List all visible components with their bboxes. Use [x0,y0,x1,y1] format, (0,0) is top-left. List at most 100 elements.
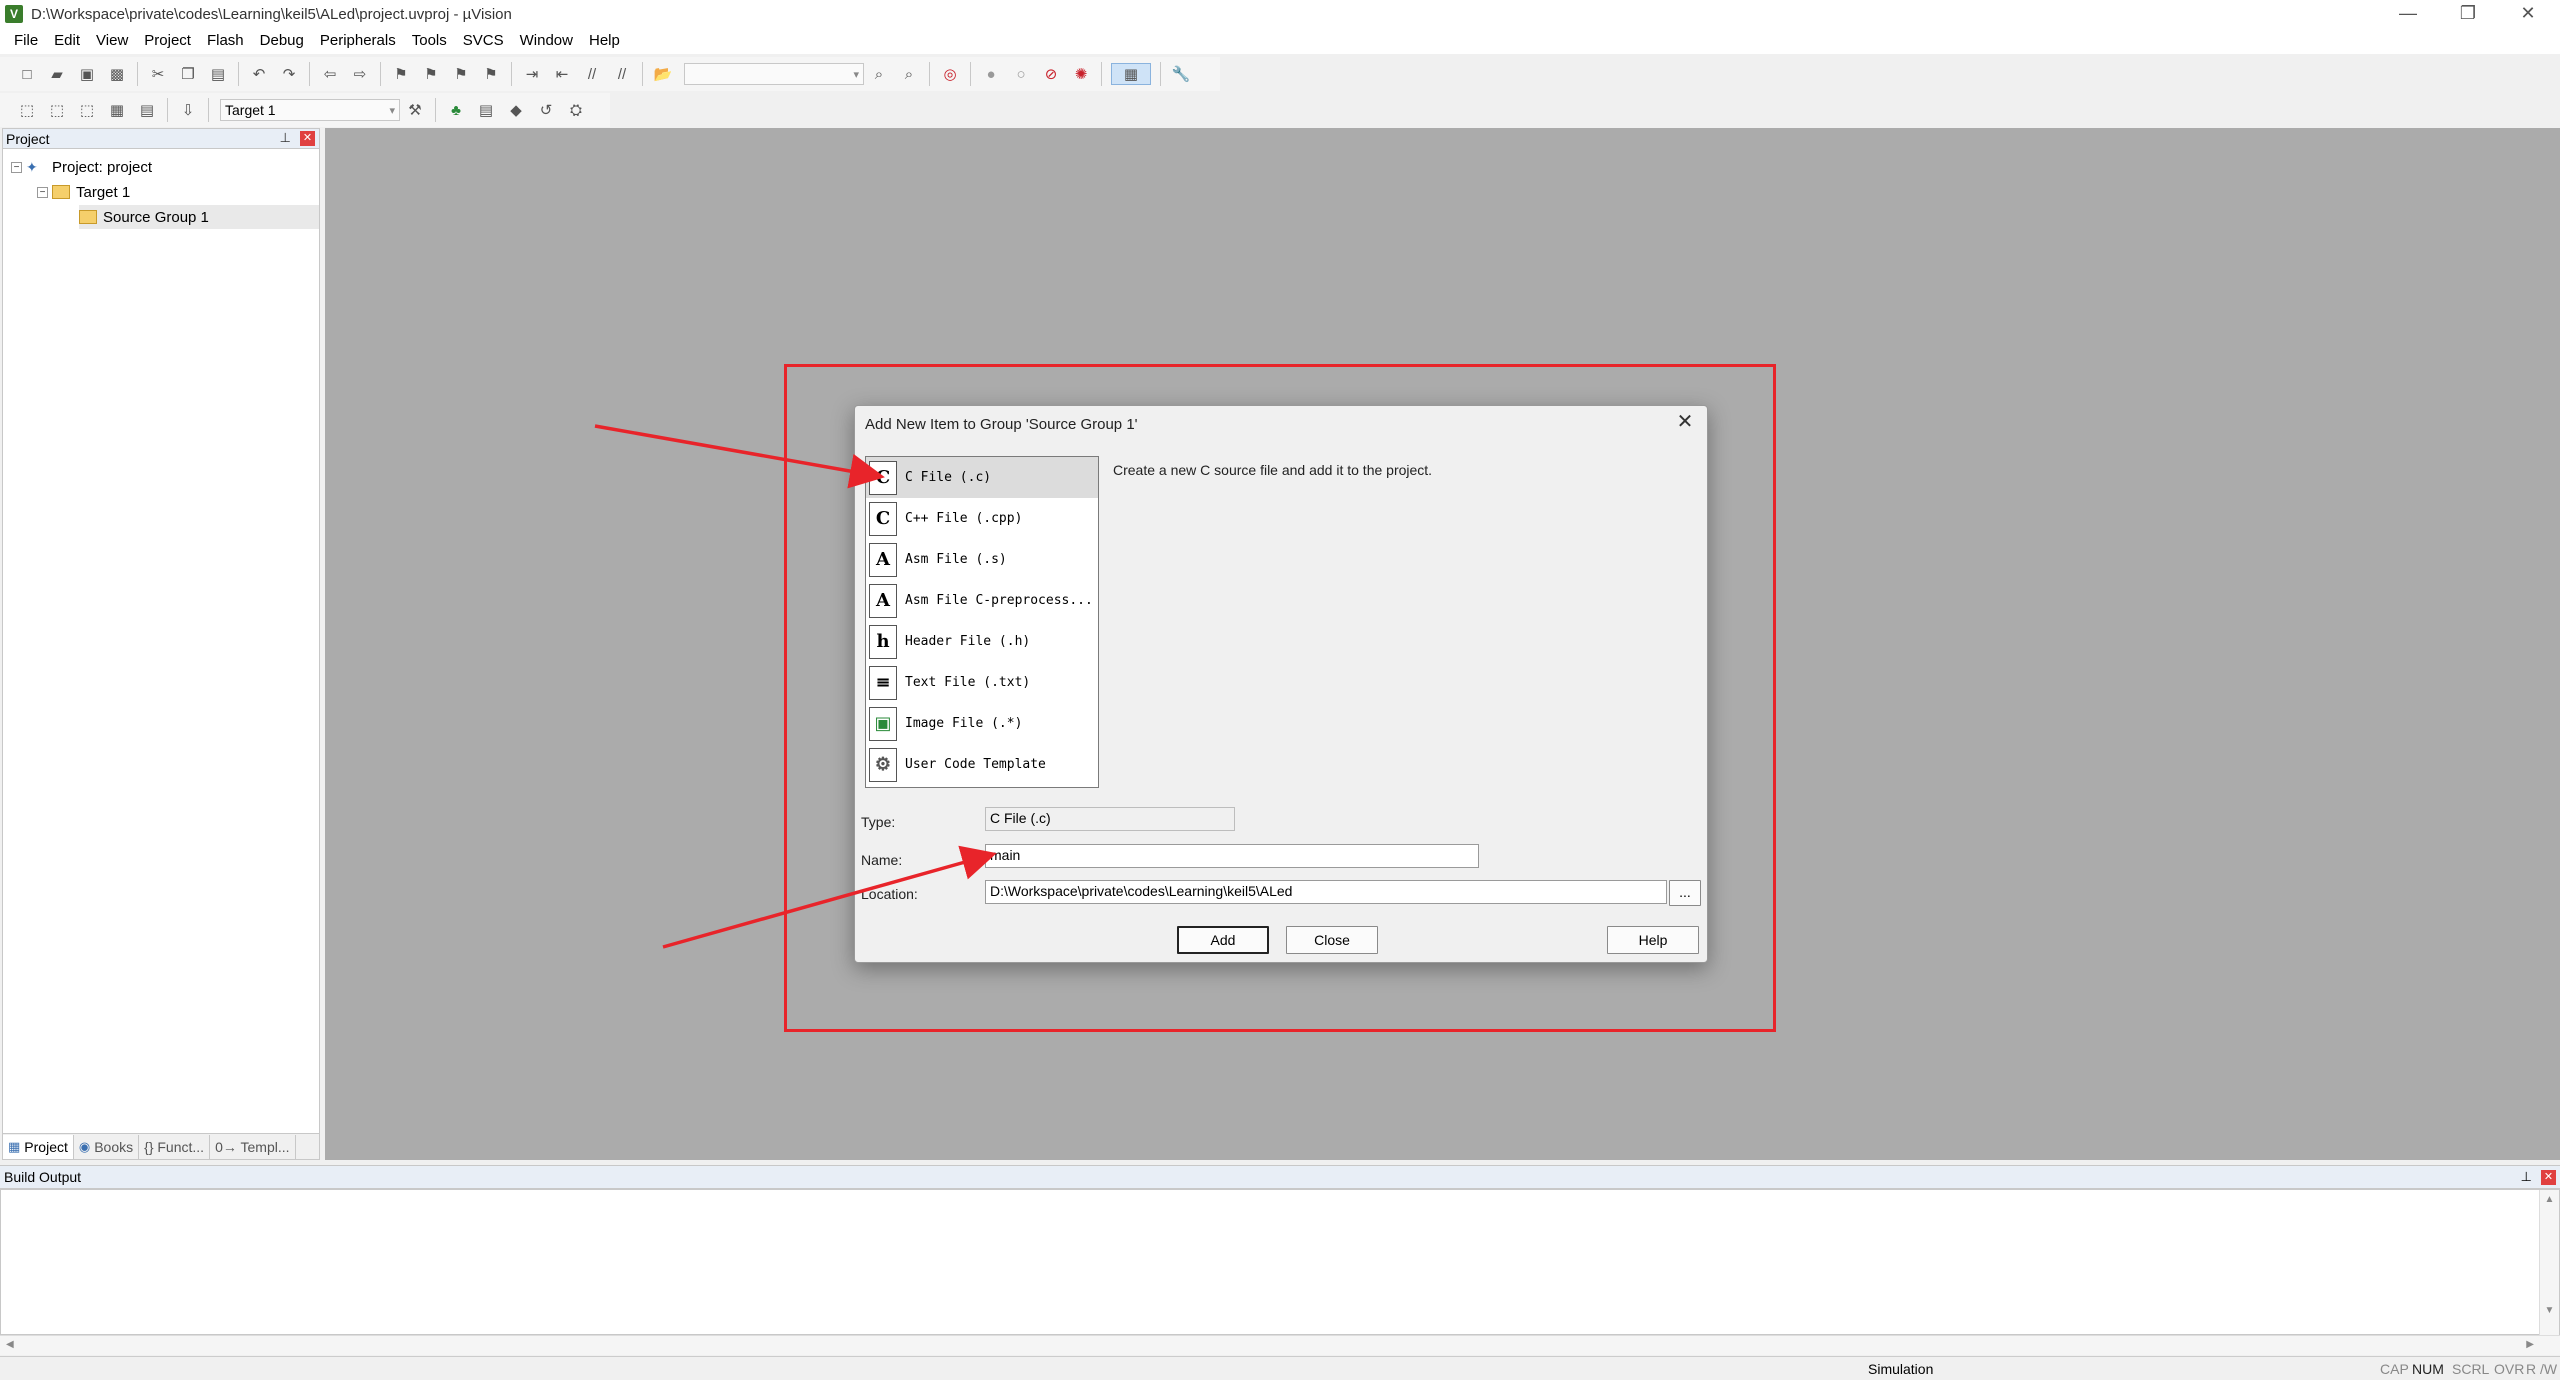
target-select[interactable]: Target 1 ▾ [220,99,400,121]
build-output-pane[interactable]: ▲ ▼ [0,1189,2560,1335]
menu-flash[interactable]: Flash [199,28,252,54]
save-icon[interactable]: ▣ [76,63,98,85]
file-type-text[interactable]: ≡ Text File (.txt) [866,662,1098,703]
close-button[interactable]: Close [1286,926,1378,954]
tree-project-node[interactable]: − ✦ Project: project [11,155,152,179]
translate-icon[interactable]: ⬚ [16,99,38,121]
build-icon[interactable]: ⬚ [46,99,68,121]
dialog-close-icon[interactable]: ✕ [1673,410,1697,434]
tab-project[interactable]: ▦ Project [3,1134,74,1159]
uncomment-icon[interactable]: // [611,63,633,85]
save-all-icon[interactable]: ▩ [106,63,128,85]
configure-icon[interactable]: 🔧 [1170,63,1192,85]
tab-books[interactable]: ◉ Books [74,1134,140,1159]
pack-installer-icon[interactable]: ↺ [535,99,557,121]
menu-file[interactable]: File [6,28,46,54]
bookmark-icon[interactable]: ⚑ [390,63,412,85]
enable-breakpoint-icon[interactable]: ○ [1010,63,1032,85]
tree-target-node[interactable]: − Target 1 [37,180,130,204]
close-icon[interactable]: ✕ [2541,1170,2556,1185]
collapse-icon[interactable]: − [37,186,48,198]
tab-functions[interactable]: {} Funct... [139,1134,211,1159]
tree-group-node[interactable]: Source Group 1 [79,205,319,229]
file-type-asm-preprocess[interactable]: A Asm File C-preprocess... [866,580,1098,621]
rebuild-icon[interactable]: ⬚ [76,99,98,121]
kill-breakpoints-icon[interactable]: ✺ [1070,63,1092,85]
incremental-find-icon[interactable]: ⌕ [898,63,920,85]
window-layout-icon[interactable]: ▦ [1111,63,1151,85]
name-input[interactable]: main [985,844,1479,868]
next-bookmark-icon[interactable]: ⚑ [450,63,472,85]
debug-session-icon[interactable]: ◎ [939,63,961,85]
file-type-c[interactable]: C C File (.c) [866,457,1098,498]
redo-icon[interactable]: ↷ [278,63,300,85]
target-options-icon[interactable]: ⚒ [404,99,426,121]
components-icon[interactable]: ⛭ [565,99,587,121]
scroll-down-icon[interactable]: ▼ [2540,1305,2559,1316]
scroll-up-icon[interactable]: ▲ [2540,1194,2559,1205]
location-input[interactable]: D:\Workspace\private\codes\Learning\keil… [985,880,1667,904]
file-type-label: Image File (.*) [905,716,1023,731]
file-type-cpp[interactable]: C C++ File (.cpp) [866,498,1098,539]
nav-back-icon[interactable]: ⇦ [319,63,341,85]
copy-icon[interactable]: ❐ [177,63,199,85]
browse-button[interactable]: ... [1669,880,1701,906]
menu-svcs[interactable]: SVCS [455,28,512,54]
clear-bookmarks-icon[interactable]: ⚑ [480,63,502,85]
menu-window[interactable]: Window [512,28,581,54]
pin-icon[interactable]: ⊥ [280,130,291,146]
menu-bar: File Edit View Project Flash Debug Perip… [0,28,2560,54]
vertical-scrollbar[interactable]: ▲ ▼ [2539,1190,2559,1335]
cut-icon[interactable]: ✂ [147,63,169,85]
find-in-files-icon[interactable]: 📂 [652,63,674,85]
batch-build-icon[interactable]: ▦ [106,99,128,121]
find-icon[interactable]: ⌕ [868,63,890,85]
file-type-image[interactable]: ▣ Image File (.*) [866,703,1098,744]
manage-rte-icon[interactable]: ▤ [475,99,497,121]
menu-tools[interactable]: Tools [404,28,455,54]
find-combo[interactable]: ▾ [684,63,864,85]
dialog-title: Add New Item to Group 'Source Group 1' [865,416,1138,433]
title-bar: V D:\Workspace\private\codes\Learning\ke… [0,0,2560,28]
disable-breakpoints-icon[interactable]: ⊘ [1040,63,1062,85]
tab-templates[interactable]: 0→ Templ... [210,1134,296,1159]
scroll-left-icon[interactable]: ◀ [6,1339,14,1350]
menu-debug[interactable]: Debug [252,28,312,54]
insert-breakpoint-icon[interactable]: ● [980,63,1002,85]
unindent-icon[interactable]: ⇤ [551,63,573,85]
help-button[interactable]: Help [1607,926,1699,954]
indent-icon[interactable]: ⇥ [521,63,543,85]
undo-icon[interactable]: ↶ [248,63,270,85]
pin-icon[interactable]: ⊥ [2521,1169,2532,1185]
menu-edit[interactable]: Edit [46,28,88,54]
add-button[interactable]: Add [1177,926,1269,954]
file-type-asm[interactable]: A Asm File (.s) [866,539,1098,580]
file-type-header[interactable]: h Header File (.h) [866,621,1098,662]
scroll-right-icon[interactable]: ▶ [2526,1339,2534,1350]
comment-icon[interactable]: // [581,63,603,85]
collapse-icon[interactable]: − [11,161,22,173]
download-icon[interactable]: ⇩ [177,99,199,121]
menu-help[interactable]: Help [581,28,628,54]
select-packs-icon[interactable]: ◆ [505,99,527,121]
stop-build-icon[interactable]: ▤ [136,99,158,121]
image-file-icon: ▣ [869,706,897,741]
nav-forward-icon[interactable]: ⇨ [349,63,371,85]
close-icon[interactable]: ✕ [300,131,315,146]
file-type-user-template[interactable]: ⚙ User Code Template [866,744,1098,785]
horizontal-scrollbar[interactable]: ◀ ▶ [0,1335,2560,1355]
paste-icon[interactable]: ▤ [207,63,229,85]
open-file-icon[interactable]: ▰ [46,63,68,85]
asm-preprocess-file-icon: A [869,583,897,618]
minimize-button[interactable]: — [2378,0,2438,28]
window-close-button[interactable]: ✕ [2498,0,2558,28]
menu-project[interactable]: Project [136,28,199,54]
menu-peripherals[interactable]: Peripherals [312,28,404,54]
new-file-icon[interactable]: □ [16,63,38,85]
name-label: Name: [861,852,903,868]
manage-project-items-icon[interactable]: ♣ [445,99,467,121]
toolbar-separator [1101,62,1102,86]
restore-button[interactable]: ❐ [2438,0,2498,28]
menu-view[interactable]: View [88,28,136,54]
prev-bookmark-icon[interactable]: ⚑ [420,63,442,85]
